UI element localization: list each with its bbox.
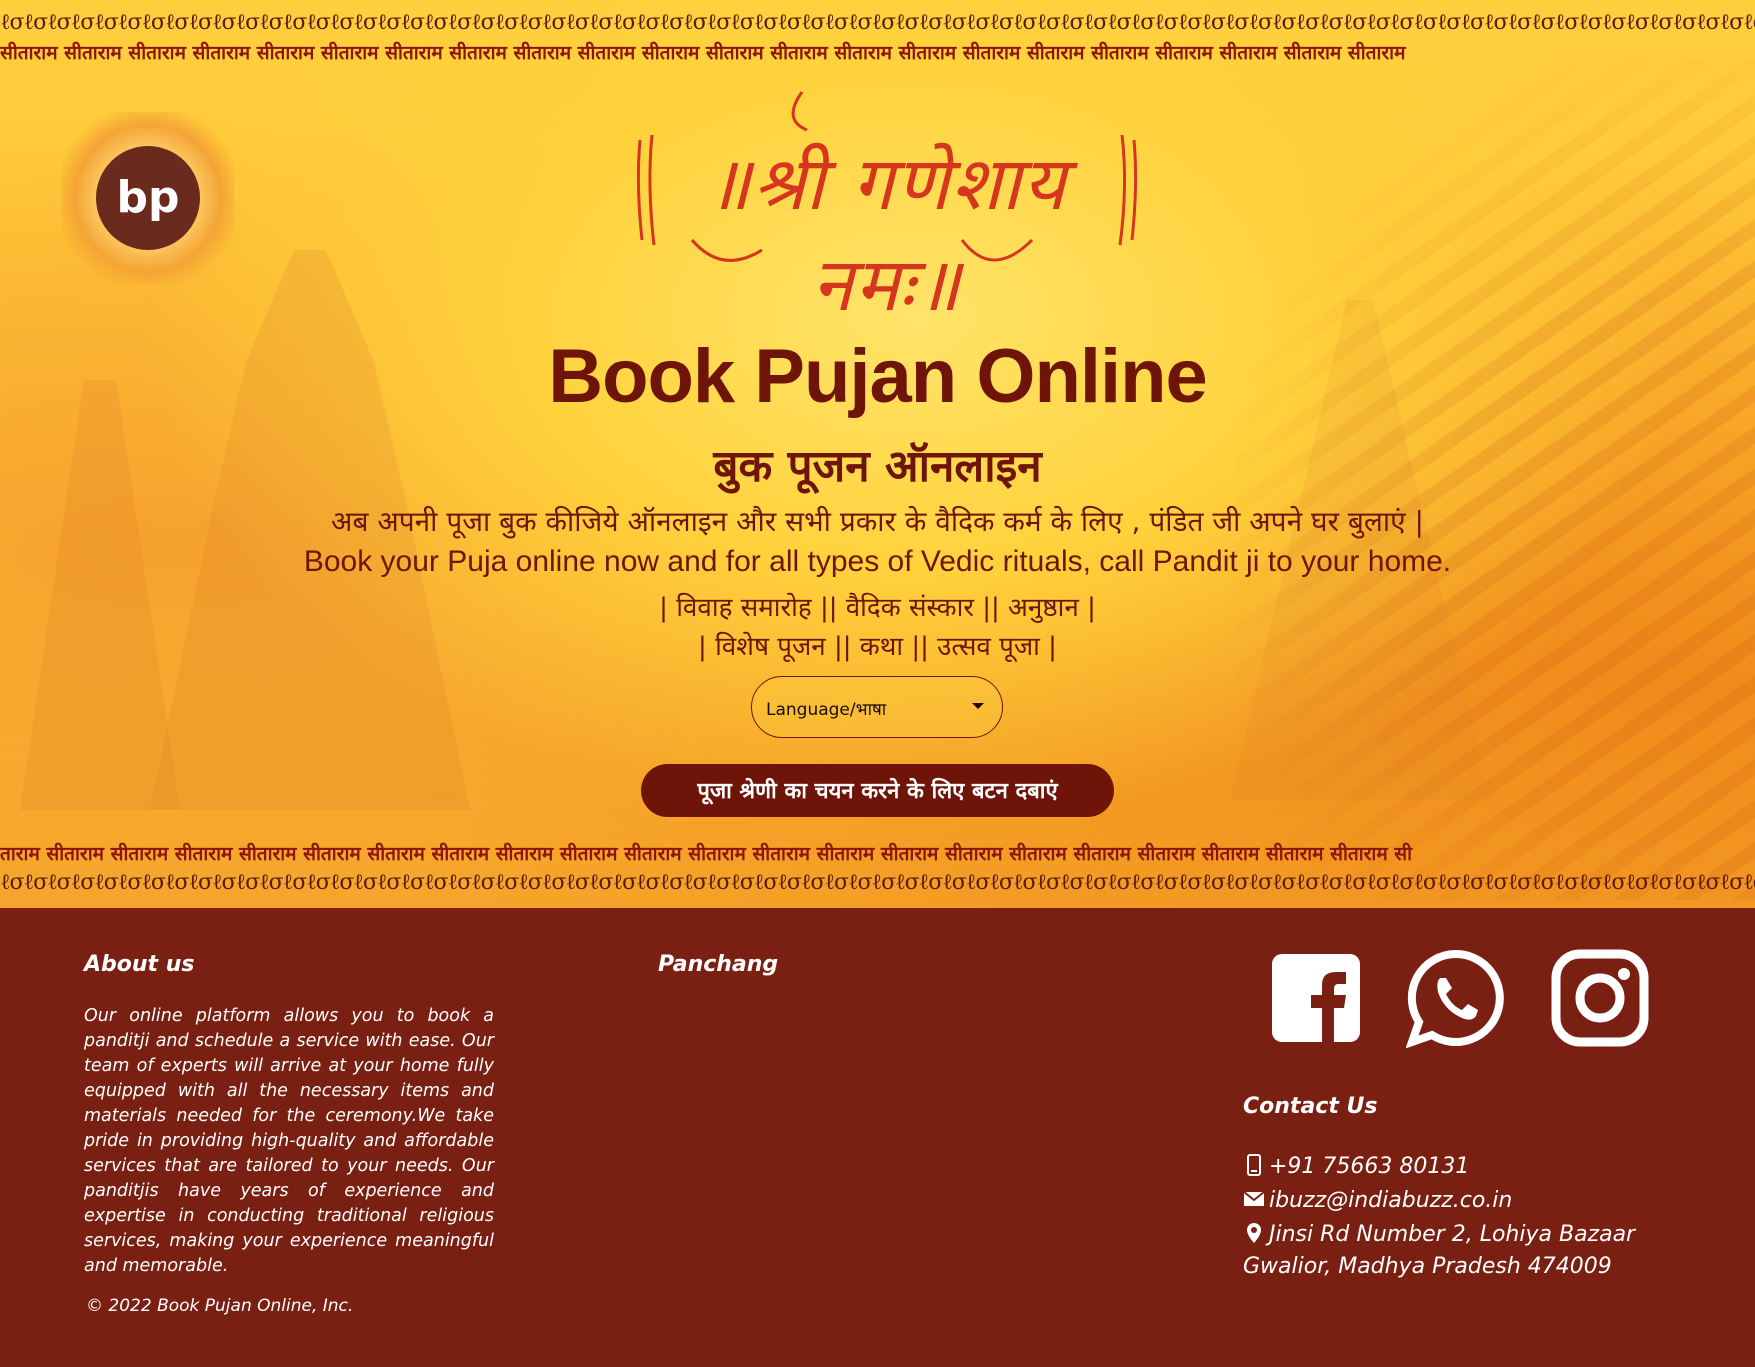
contact-address: Jinsi Rd Number 2, Lohiya Bazaar xyxy=(1243,1222,1635,1247)
email-address: ibuzz@indiabuzz.co.in xyxy=(1269,1188,1513,1213)
panchang-link[interactable]: Panchang xyxy=(658,952,778,977)
invocation-text: ॥श्री गणेशाय नमः॥ xyxy=(706,141,1068,328)
page-title-hindi: बुक पूजन ऑनलाइन xyxy=(713,441,1042,492)
decorative-border-bottom: ℓσℓσℓσℓσℓσℓσℓσℓσℓσℓσℓσℓσℓσℓσℓσℓσℓσℓσℓσℓσ… xyxy=(0,872,1755,894)
language-select[interactable]: Language/भाषा xyxy=(751,676,1003,738)
chant-strip-bottom: ताराम सीताराम सीताराम सीताराम सीताराम सी… xyxy=(0,843,1413,865)
ganesh-invocation: ॥श्री गणेशाय नमः॥ xyxy=(632,90,1142,328)
contact-phone[interactable]: +91 75663 80131 xyxy=(1243,1154,1469,1179)
chevron-down-icon xyxy=(972,703,984,709)
phone-number: +91 75663 80131 xyxy=(1269,1154,1470,1179)
address-line-1: Jinsi Rd Number 2, Lohiya Bazaar xyxy=(1269,1222,1636,1247)
page-title: Book Pujan Online xyxy=(548,334,1208,419)
hero-section: ℓσℓσℓσℓσℓσℓσℓσℓσℓσℓσℓσℓσℓσℓσℓσℓσℓσℓσℓσℓσ… xyxy=(0,0,1755,908)
about-text: Our online platform allows you to book a… xyxy=(84,1006,494,1276)
whatsapp-icon[interactable] xyxy=(1406,948,1506,1048)
select-puja-category-button[interactable]: पूजा श्रेणी का चयन करने के लिए बटन दबाएं xyxy=(641,764,1114,817)
language-select-value: Language/भाषा xyxy=(766,700,887,720)
tagline-english: Book your Puja online now and for all ty… xyxy=(303,545,1452,578)
location-pin-icon xyxy=(1247,1223,1261,1243)
facebook-icon[interactable] xyxy=(1266,948,1366,1048)
footer: About us Our online platform allows you … xyxy=(0,908,1755,1367)
tagline-hindi: अब अपनी पूजा बुक कीजिये ऑनलाइन और सभी प्… xyxy=(331,505,1424,538)
services-line-2: | विशेष पूजन || कथा || उत्सव पूजा | xyxy=(698,632,1057,662)
chant-strip-top: सीताराम सीताराम सीताराम सीताराम सीताराम … xyxy=(0,42,1406,64)
site-logo[interactable]: bp xyxy=(62,112,234,284)
instagram-icon[interactable] xyxy=(1550,948,1650,1048)
copyright: © 2022 Book Pujan Online, Inc. xyxy=(86,1296,354,1316)
logo-mark: bp xyxy=(96,146,200,250)
contact-email[interactable]: ibuzz@indiabuzz.co.in xyxy=(1243,1188,1512,1213)
email-icon xyxy=(1243,1191,1265,1206)
services-line-1: | विवाह समारोह || वैदिक संस्कार || अनुष्… xyxy=(659,593,1096,623)
about-heading: About us xyxy=(84,952,195,977)
address-line-2: Gwalior, Madhya Pradesh 474009 xyxy=(1243,1254,1612,1279)
phone-icon xyxy=(1247,1154,1261,1176)
contact-heading: Contact Us xyxy=(1243,1094,1378,1119)
decorative-border-top: ℓσℓσℓσℓσℓσℓσℓσℓσℓσℓσℓσℓσℓσℓσℓσℓσℓσℓσℓσℓσ… xyxy=(0,12,1755,34)
